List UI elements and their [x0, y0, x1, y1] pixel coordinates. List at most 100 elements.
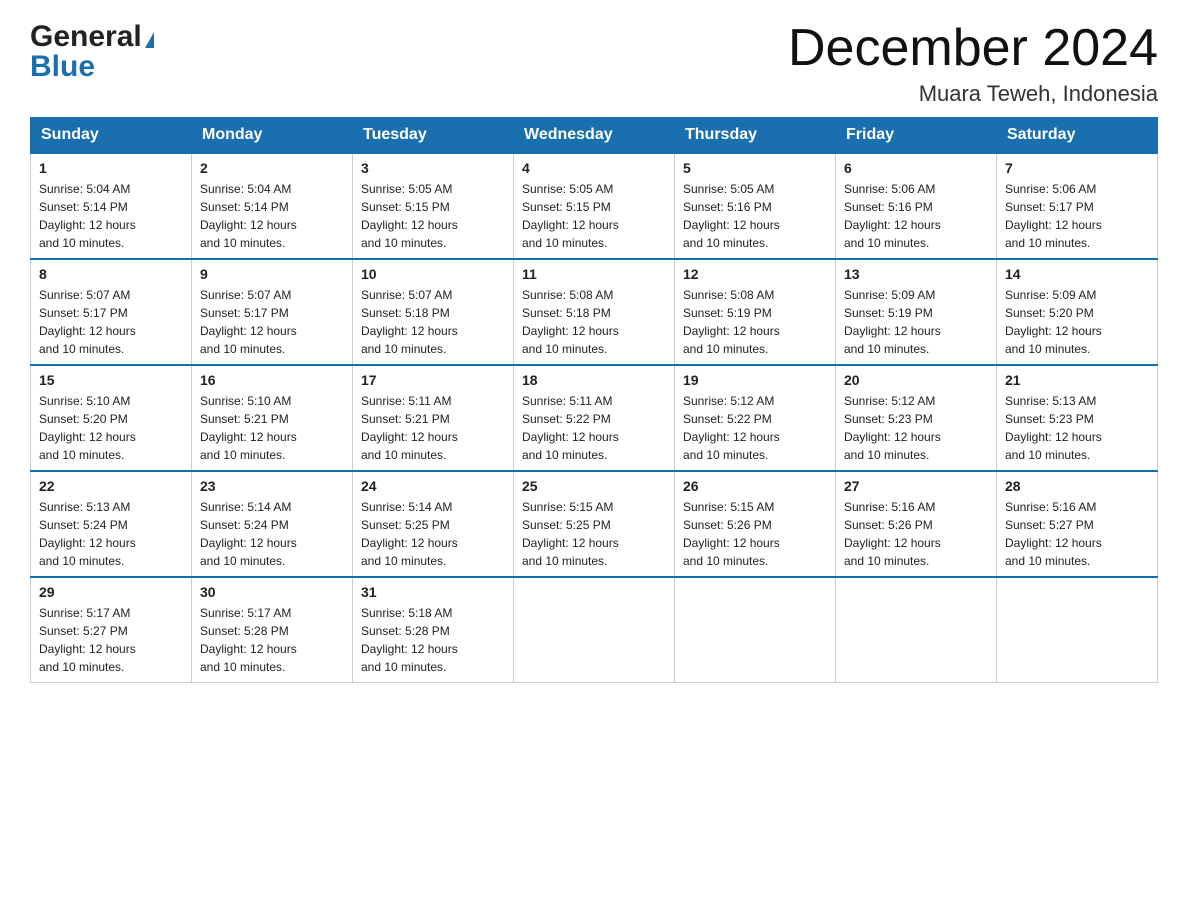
calendar-table: Sunday Monday Tuesday Wednesday Thursday…	[30, 117, 1158, 683]
calendar-day-cell	[675, 577, 836, 683]
calendar-day-cell: 5 Sunrise: 5:05 AM Sunset: 5:16 PM Dayli…	[675, 153, 836, 259]
day-info: Sunrise: 5:13 AM Sunset: 5:23 PM Dayligh…	[1005, 392, 1149, 464]
day-info: Sunrise: 5:07 AM Sunset: 5:18 PM Dayligh…	[361, 286, 505, 358]
day-number: 18	[522, 372, 666, 388]
day-info: Sunrise: 5:08 AM Sunset: 5:18 PM Dayligh…	[522, 286, 666, 358]
calendar-day-cell: 4 Sunrise: 5:05 AM Sunset: 5:15 PM Dayli…	[514, 153, 675, 259]
day-info: Sunrise: 5:10 AM Sunset: 5:21 PM Dayligh…	[200, 392, 344, 464]
col-friday: Friday	[836, 118, 997, 154]
day-number: 5	[683, 160, 827, 176]
day-info: Sunrise: 5:15 AM Sunset: 5:26 PM Dayligh…	[683, 498, 827, 570]
calendar-day-cell: 29 Sunrise: 5:17 AM Sunset: 5:27 PM Dayl…	[31, 577, 192, 683]
calendar-week-row: 8 Sunrise: 5:07 AM Sunset: 5:17 PM Dayli…	[31, 259, 1158, 365]
day-info: Sunrise: 5:06 AM Sunset: 5:17 PM Dayligh…	[1005, 180, 1149, 252]
day-info: Sunrise: 5:09 AM Sunset: 5:19 PM Dayligh…	[844, 286, 988, 358]
day-number: 17	[361, 372, 505, 388]
calendar-day-cell: 13 Sunrise: 5:09 AM Sunset: 5:19 PM Dayl…	[836, 259, 997, 365]
day-number: 8	[39, 266, 183, 282]
day-number: 27	[844, 478, 988, 494]
day-info: Sunrise: 5:12 AM Sunset: 5:22 PM Dayligh…	[683, 392, 827, 464]
calendar-day-cell	[514, 577, 675, 683]
day-number: 6	[844, 160, 988, 176]
day-info: Sunrise: 5:05 AM Sunset: 5:15 PM Dayligh…	[522, 180, 666, 252]
calendar-header-row: Sunday Monday Tuesday Wednesday Thursday…	[31, 118, 1158, 154]
location: Muara Teweh, Indonesia	[788, 81, 1158, 107]
day-number: 22	[39, 478, 183, 494]
calendar-day-cell: 25 Sunrise: 5:15 AM Sunset: 5:25 PM Dayl…	[514, 471, 675, 577]
calendar-day-cell: 18 Sunrise: 5:11 AM Sunset: 5:22 PM Dayl…	[514, 365, 675, 471]
day-info: Sunrise: 5:16 AM Sunset: 5:26 PM Dayligh…	[844, 498, 988, 570]
calendar-day-cell: 12 Sunrise: 5:08 AM Sunset: 5:19 PM Dayl…	[675, 259, 836, 365]
calendar-day-cell: 27 Sunrise: 5:16 AM Sunset: 5:26 PM Dayl…	[836, 471, 997, 577]
logo-blue-text: Blue	[30, 50, 95, 84]
day-info: Sunrise: 5:04 AM Sunset: 5:14 PM Dayligh…	[200, 180, 344, 252]
calendar-day-cell: 2 Sunrise: 5:04 AM Sunset: 5:14 PM Dayli…	[192, 153, 353, 259]
col-sunday: Sunday	[31, 118, 192, 154]
day-info: Sunrise: 5:04 AM Sunset: 5:14 PM Dayligh…	[39, 180, 183, 252]
col-monday: Monday	[192, 118, 353, 154]
day-info: Sunrise: 5:10 AM Sunset: 5:20 PM Dayligh…	[39, 392, 183, 464]
day-info: Sunrise: 5:08 AM Sunset: 5:19 PM Dayligh…	[683, 286, 827, 358]
col-wednesday: Wednesday	[514, 118, 675, 154]
calendar-day-cell	[997, 577, 1158, 683]
day-number: 20	[844, 372, 988, 388]
day-number: 1	[39, 160, 183, 176]
day-info: Sunrise: 5:17 AM Sunset: 5:28 PM Dayligh…	[200, 604, 344, 676]
day-number: 11	[522, 266, 666, 282]
calendar-day-cell: 7 Sunrise: 5:06 AM Sunset: 5:17 PM Dayli…	[997, 153, 1158, 259]
logo-line1: General	[30, 20, 154, 54]
day-number: 30	[200, 584, 344, 600]
calendar-day-cell: 23 Sunrise: 5:14 AM Sunset: 5:24 PM Dayl…	[192, 471, 353, 577]
calendar-week-row: 22 Sunrise: 5:13 AM Sunset: 5:24 PM Dayl…	[31, 471, 1158, 577]
day-number: 12	[683, 266, 827, 282]
calendar-day-cell: 19 Sunrise: 5:12 AM Sunset: 5:22 PM Dayl…	[675, 365, 836, 471]
calendar-day-cell: 11 Sunrise: 5:08 AM Sunset: 5:18 PM Dayl…	[514, 259, 675, 365]
calendar-day-cell: 1 Sunrise: 5:04 AM Sunset: 5:14 PM Dayli…	[31, 153, 192, 259]
day-number: 28	[1005, 478, 1149, 494]
calendar-day-cell: 28 Sunrise: 5:16 AM Sunset: 5:27 PM Dayl…	[997, 471, 1158, 577]
day-number: 7	[1005, 160, 1149, 176]
calendar-day-cell: 3 Sunrise: 5:05 AM Sunset: 5:15 PM Dayli…	[353, 153, 514, 259]
day-info: Sunrise: 5:05 AM Sunset: 5:15 PM Dayligh…	[361, 180, 505, 252]
page-header: General Blue December 2024 Muara Teweh, …	[30, 20, 1158, 107]
col-saturday: Saturday	[997, 118, 1158, 154]
day-number: 3	[361, 160, 505, 176]
day-info: Sunrise: 5:09 AM Sunset: 5:20 PM Dayligh…	[1005, 286, 1149, 358]
calendar-day-cell: 15 Sunrise: 5:10 AM Sunset: 5:20 PM Dayl…	[31, 365, 192, 471]
day-info: Sunrise: 5:12 AM Sunset: 5:23 PM Dayligh…	[844, 392, 988, 464]
day-info: Sunrise: 5:14 AM Sunset: 5:24 PM Dayligh…	[200, 498, 344, 570]
day-number: 25	[522, 478, 666, 494]
calendar-day-cell: 16 Sunrise: 5:10 AM Sunset: 5:21 PM Dayl…	[192, 365, 353, 471]
day-info: Sunrise: 5:15 AM Sunset: 5:25 PM Dayligh…	[522, 498, 666, 570]
month-title: December 2024	[788, 20, 1158, 77]
logo-general-text: General	[30, 20, 142, 53]
calendar-day-cell: 6 Sunrise: 5:06 AM Sunset: 5:16 PM Dayli…	[836, 153, 997, 259]
logo: General Blue	[30, 20, 154, 84]
title-block: December 2024 Muara Teweh, Indonesia	[788, 20, 1158, 107]
day-info: Sunrise: 5:07 AM Sunset: 5:17 PM Dayligh…	[200, 286, 344, 358]
day-info: Sunrise: 5:06 AM Sunset: 5:16 PM Dayligh…	[844, 180, 988, 252]
day-number: 31	[361, 584, 505, 600]
day-info: Sunrise: 5:14 AM Sunset: 5:25 PM Dayligh…	[361, 498, 505, 570]
calendar-day-cell: 8 Sunrise: 5:07 AM Sunset: 5:17 PM Dayli…	[31, 259, 192, 365]
calendar-week-row: 1 Sunrise: 5:04 AM Sunset: 5:14 PM Dayli…	[31, 153, 1158, 259]
calendar-day-cell: 10 Sunrise: 5:07 AM Sunset: 5:18 PM Dayl…	[353, 259, 514, 365]
day-number: 16	[200, 372, 344, 388]
day-number: 26	[683, 478, 827, 494]
day-number: 21	[1005, 372, 1149, 388]
day-info: Sunrise: 5:17 AM Sunset: 5:27 PM Dayligh…	[39, 604, 183, 676]
day-info: Sunrise: 5:13 AM Sunset: 5:24 PM Dayligh…	[39, 498, 183, 570]
day-number: 13	[844, 266, 988, 282]
calendar-day-cell: 26 Sunrise: 5:15 AM Sunset: 5:26 PM Dayl…	[675, 471, 836, 577]
day-info: Sunrise: 5:11 AM Sunset: 5:22 PM Dayligh…	[522, 392, 666, 464]
day-info: Sunrise: 5:18 AM Sunset: 5:28 PM Dayligh…	[361, 604, 505, 676]
day-info: Sunrise: 5:05 AM Sunset: 5:16 PM Dayligh…	[683, 180, 827, 252]
calendar-week-row: 29 Sunrise: 5:17 AM Sunset: 5:27 PM Dayl…	[31, 577, 1158, 683]
calendar-day-cell: 9 Sunrise: 5:07 AM Sunset: 5:17 PM Dayli…	[192, 259, 353, 365]
day-number: 9	[200, 266, 344, 282]
calendar-day-cell: 30 Sunrise: 5:17 AM Sunset: 5:28 PM Dayl…	[192, 577, 353, 683]
calendar-day-cell: 20 Sunrise: 5:12 AM Sunset: 5:23 PM Dayl…	[836, 365, 997, 471]
logo-triangle-icon	[145, 32, 154, 48]
calendar-day-cell: 24 Sunrise: 5:14 AM Sunset: 5:25 PM Dayl…	[353, 471, 514, 577]
calendar-day-cell: 17 Sunrise: 5:11 AM Sunset: 5:21 PM Dayl…	[353, 365, 514, 471]
